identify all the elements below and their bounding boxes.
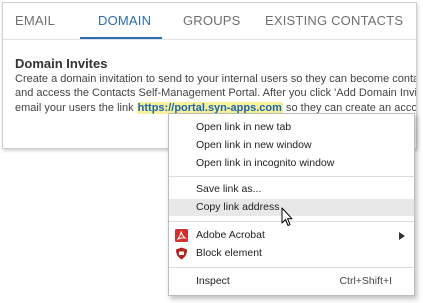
section-description: Create a domain invitation to send to yo… bbox=[15, 72, 417, 115]
menu-separator bbox=[169, 267, 414, 268]
portal-link[interactable]: https://portal.syn-apps.com bbox=[136, 101, 283, 114]
adobe-acrobat-icon bbox=[175, 229, 188, 242]
ublock-icon bbox=[176, 247, 187, 260]
tab-groups[interactable]: GROUPS bbox=[183, 13, 241, 28]
context-menu: Open link in new tab Open link in new wi… bbox=[168, 113, 415, 296]
mouse-pointer-icon bbox=[281, 207, 293, 226]
menu-item-label: Open link in new window bbox=[196, 139, 312, 151]
menu-item-label: Inspect bbox=[196, 275, 230, 287]
menu-item-label: Open link in incognito window bbox=[196, 157, 335, 169]
menu-item-save-link-as[interactable]: Save link as... bbox=[169, 181, 414, 198]
menu-item-label: Open link in new tab bbox=[196, 121, 292, 133]
menu-separator bbox=[169, 176, 414, 177]
menu-item-block-element[interactable]: Block element bbox=[169, 245, 414, 262]
menu-item-label: Adobe Acrobat bbox=[196, 229, 265, 241]
chevron-right-icon bbox=[399, 232, 405, 240]
tab-email[interactable]: EMAIL bbox=[15, 13, 55, 28]
menu-item-label: Save link as... bbox=[196, 183, 262, 195]
description-line: Create a domain invitation to send to yo… bbox=[15, 73, 417, 85]
menu-item-open-new-window[interactable]: Open link in new window bbox=[169, 137, 414, 154]
menu-item-adobe-acrobat[interactable]: Adobe Acrobat bbox=[169, 227, 414, 244]
menu-item-label: Copy link address bbox=[196, 201, 280, 213]
description-text: email your users the link bbox=[15, 101, 137, 114]
section-title: Domain Invites bbox=[15, 56, 108, 71]
inspect-shortcut: Ctrl+Shift+I bbox=[339, 275, 392, 287]
tab-domain[interactable]: DOMAIN bbox=[98, 13, 151, 28]
description-line: and access the Contacts Self-Management … bbox=[15, 87, 417, 100]
menu-item-label: Block element bbox=[196, 247, 262, 259]
menu-item-inspect[interactable]: Inspect Ctrl+Shift+I bbox=[169, 273, 414, 290]
tab-existing-contacts[interactable]: EXISTING CONTACTS bbox=[265, 13, 403, 28]
active-tab-indicator bbox=[80, 37, 162, 39]
description-text: so they can create an account. bbox=[285, 101, 417, 114]
tab-bar: EMAIL DOMAIN GROUPS EXISTING CONTACTS bbox=[3, 3, 416, 40]
menu-item-open-incognito[interactable]: Open link in incognito window bbox=[169, 155, 414, 172]
menu-item-open-new-tab[interactable]: Open link in new tab bbox=[169, 119, 414, 136]
